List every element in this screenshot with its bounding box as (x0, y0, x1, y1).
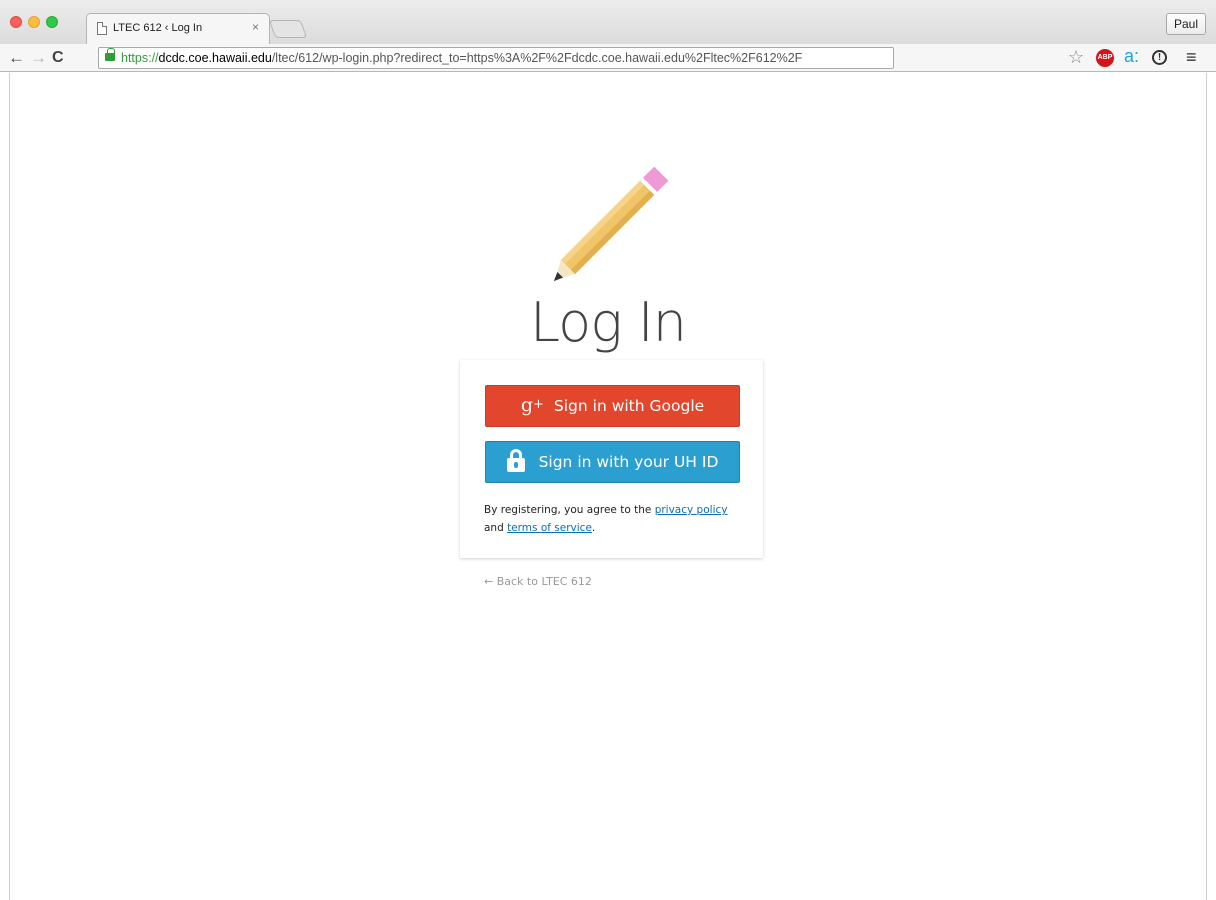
page-title: Log In (530, 291, 687, 354)
info-extension-icon[interactable]: ! (1152, 50, 1167, 65)
adblock-icon[interactable]: ABP (1096, 49, 1114, 67)
bookmark-star-icon[interactable]: ☆ (1068, 47, 1084, 67)
legal-prefix: By registering, you agree to the (484, 504, 655, 516)
legal-notice: By registering, you agree to the privacy… (484, 501, 744, 537)
privacy-policy-link[interactable]: privacy policy (655, 504, 728, 516)
google-plus-plus-glyph: + (533, 397, 544, 412)
legal-middle: and (484, 522, 508, 534)
back-to-site-link[interactable]: ← Back to LTEC 612 (484, 575, 592, 588)
login-card: g+ Sign in with Google Sign in with your… (460, 360, 763, 558)
url-scheme: https:// (121, 51, 159, 65)
forward-arrow-icon[interactable]: → (30, 48, 47, 68)
new-tab-button[interactable] (268, 20, 308, 38)
tab-title: LTEC 612 ‹ Log In (113, 22, 203, 34)
profile-button[interactable]: Paul (1165, 13, 1206, 35)
browser-tab[interactable]: LTEC 612 ‹ Log In × (86, 13, 270, 44)
terms-of-service-link[interactable]: terms of service (507, 522, 592, 534)
browser-toolbar: ← → C https://dcdc.coe.hawaii.edu/ltec/6… (0, 44, 1216, 72)
legal-suffix: . (591, 522, 596, 534)
uh-id-signin-label: Sign in with your UH ID (538, 453, 719, 471)
reload-icon[interactable]: C (52, 48, 64, 68)
padlock-icon (506, 449, 525, 472)
zoom-window-button[interactable] (46, 16, 58, 28)
pencil-logo-icon (553, 167, 669, 282)
tab-close-icon[interactable]: × (252, 20, 259, 34)
amazon-assistant-icon[interactable]: a: (1124, 45, 1139, 67)
close-window-button[interactable] (10, 16, 22, 28)
google-plus-g-glyph: g (520, 394, 533, 416)
google-signin-label: Sign in with Google (553, 397, 705, 415)
uh-id-signin-button[interactable]: Sign in with your UH ID (485, 441, 740, 483)
browser-title-bar: LTEC 612 ‹ Log In × Paul (0, 0, 1216, 44)
browser-menu-icon[interactable]: ≡ (1186, 47, 1197, 67)
document-icon (97, 22, 107, 35)
address-bar[interactable]: https://dcdc.coe.hawaii.edu/ltec/612/wp-… (98, 47, 894, 69)
url-path: /ltec/612/wp-login.php?redirect_to=https… (271, 51, 803, 65)
google-signin-button[interactable]: g+ Sign in with Google (485, 385, 740, 427)
back-arrow-icon[interactable]: ← (8, 48, 25, 68)
url-host: dcdc.coe.hawaii.edu (158, 51, 272, 65)
minimize-window-button[interactable] (28, 16, 40, 28)
secure-lock-icon[interactable] (105, 48, 115, 61)
google-plus-icon: g+ (521, 394, 544, 416)
url-text[interactable]: https://dcdc.coe.hawaii.edu/ltec/612/wp-… (121, 51, 802, 65)
